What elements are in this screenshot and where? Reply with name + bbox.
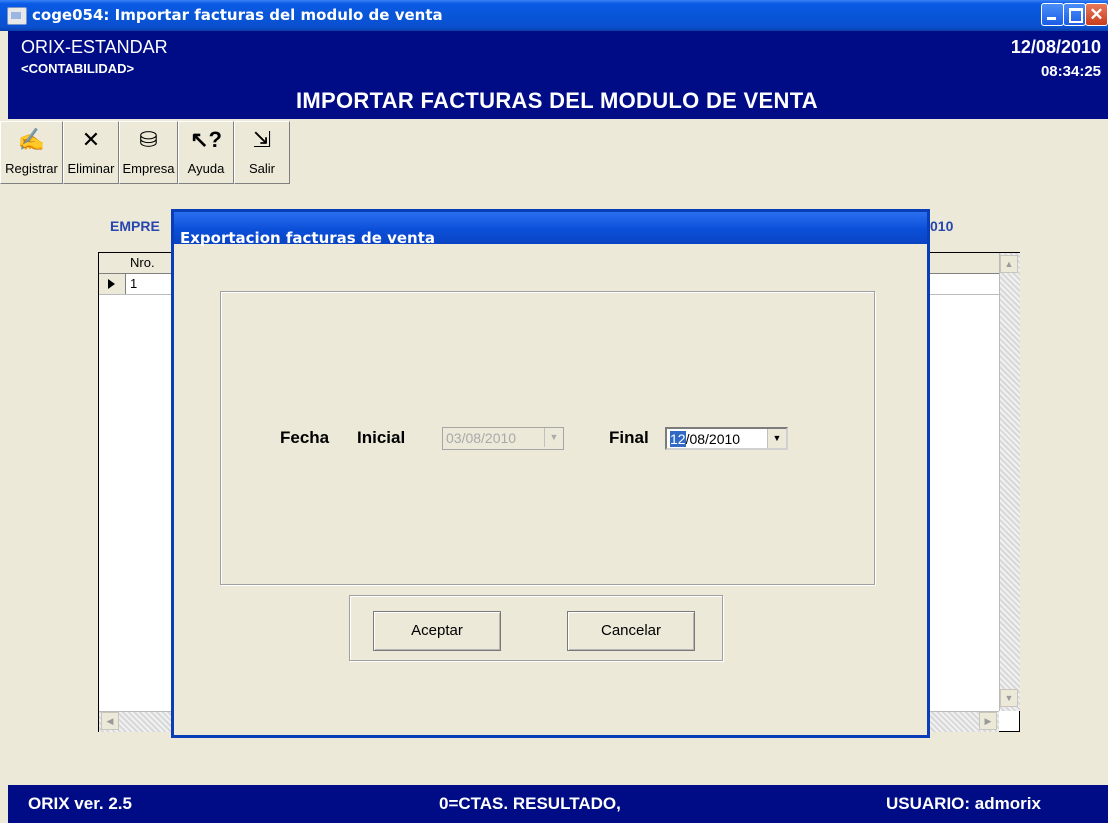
header-date: 12/08/2010	[1010, 37, 1101, 57]
dialog-title: Exportacion facturas de venta	[180, 229, 436, 247]
chevron-down-icon[interactable]: ▼	[767, 429, 786, 448]
toolbar-button-empresa[interactable]: ⛁ Empresa	[119, 121, 178, 184]
header-time: 08:34:25	[1040, 63, 1101, 80]
status-version: ORIX ver. 2.5	[28, 794, 132, 813]
toolbar-label: Empresa	[122, 161, 175, 176]
end-date-value[interactable]: 12/08/2010	[670, 431, 740, 447]
exit-icon: ⇲	[252, 127, 272, 152]
scroll-left-icon[interactable]: ◀	[101, 712, 119, 730]
company-label: EMPRE	[110, 218, 160, 234]
row-indicator-icon[interactable]	[99, 274, 126, 294]
close-button[interactable]: ✕	[1085, 3, 1108, 26]
register-icon: ✍	[17, 127, 46, 152]
toolbar-button-registrar[interactable]: ✍ Registrar	[0, 121, 63, 184]
scroll-up-icon[interactable]: ▲	[1000, 255, 1018, 273]
close-icon: ✕	[1089, 5, 1104, 24]
start-date-value: 03/08/2010	[446, 430, 517, 446]
accept-button[interactable]: Aceptar	[373, 611, 501, 651]
final-label: Final	[609, 428, 649, 447]
column-header-nro[interactable]: Nro.	[130, 255, 155, 270]
toolbar-button-ayuda[interactable]: ↖? Ayuda	[178, 121, 234, 184]
toolbar-label: Ayuda	[187, 161, 225, 176]
inicial-label: Inicial	[357, 428, 406, 447]
toolbar-button-eliminar[interactable]: ✕ Eliminar	[63, 121, 119, 184]
grid-cell-nro[interactable]: 1	[130, 276, 137, 291]
end-date-picker[interactable]: 12/08/2010 ▼	[665, 427, 788, 450]
vertical-scrollbar[interactable]	[999, 253, 1020, 711]
start-date-picker: 03/08/2010 ▼	[442, 427, 564, 450]
scroll-right-icon[interactable]: ▶	[979, 712, 997, 730]
toolbar-button-salir[interactable]: ⇲ Salir	[234, 121, 290, 184]
toolbar-label: Registrar	[5, 161, 58, 176]
maximize-button[interactable]	[1063, 3, 1086, 26]
app-name: ORIX-ESTANDAR	[21, 37, 168, 57]
scroll-down-icon[interactable]: ▼	[1000, 689, 1018, 707]
toolbar-label: Salir	[248, 161, 275, 176]
module-name: <CONTABILIDAD>	[21, 61, 135, 76]
period-label: 010	[930, 218, 954, 234]
end-date-rest[interactable]: /08/2010	[686, 431, 741, 447]
status-user: USUARIO: admorix	[886, 794, 1041, 813]
status-message: 0=CTAS. RESULTADO,	[439, 794, 621, 813]
chevron-down-icon: ▼	[544, 428, 563, 447]
end-date-day-selected[interactable]: 12	[670, 431, 686, 447]
app-icon[interactable]	[7, 7, 27, 25]
delete-icon: ✕	[81, 127, 101, 152]
company-icon: ⛁	[139, 127, 158, 152]
fecha-label: Fecha	[280, 428, 330, 447]
window-title: coge054: Importar facturas del modulo de…	[32, 6, 443, 24]
help-icon: ↖?	[190, 127, 222, 152]
cancel-button[interactable]: Cancelar	[567, 611, 695, 651]
toolbar-label: Eliminar	[67, 161, 115, 176]
minimize-button[interactable]	[1041, 3, 1064, 26]
screen-title: IMPORTAR FACTURAS DEL MODULO DE VENTA	[296, 88, 818, 113]
